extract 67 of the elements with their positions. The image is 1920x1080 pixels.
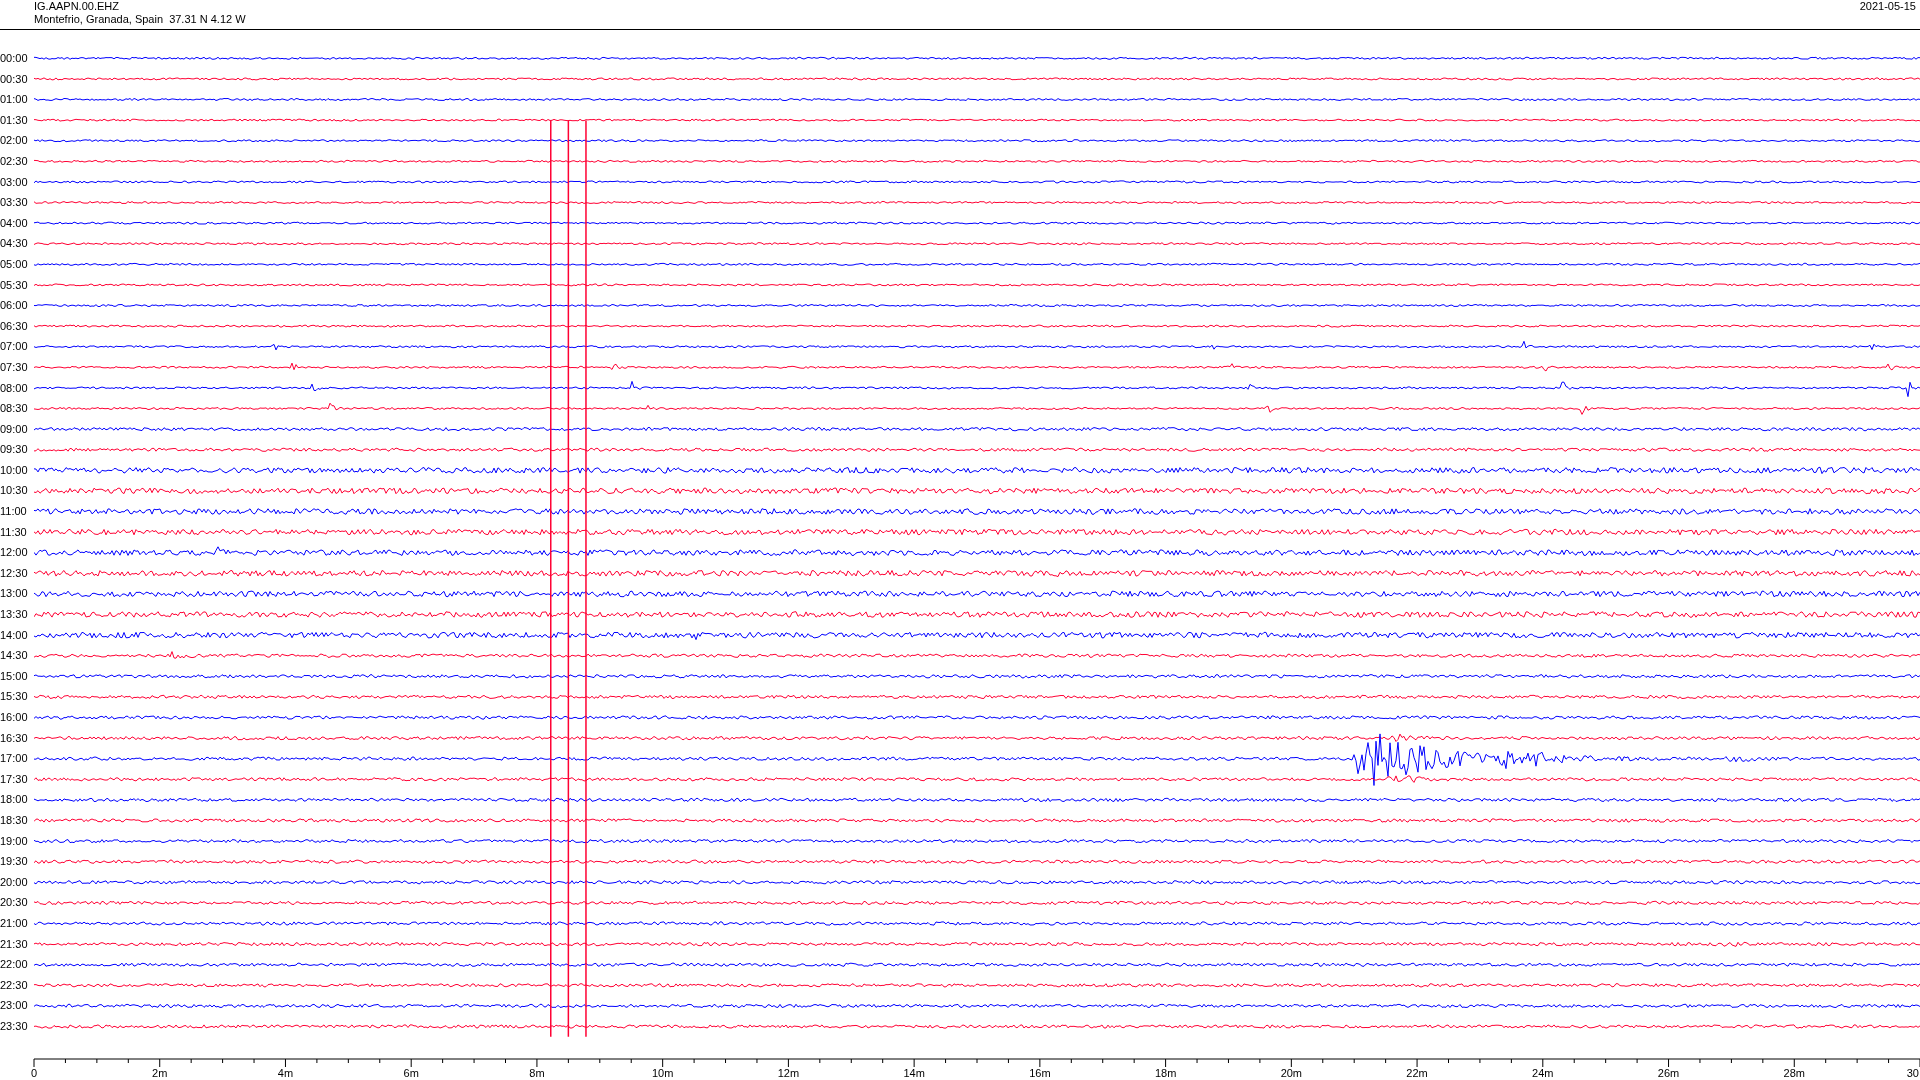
axis-label: 18m	[1154, 1066, 1177, 1079]
hour-label: 12:00	[0, 545, 29, 561]
axis-label: 24m	[1532, 1066, 1554, 1079]
station-code: IG.AAPN.00.EHZ	[34, 0, 120, 13]
hour-label: 23:00	[0, 998, 29, 1014]
axis-label: 22m	[1406, 1066, 1428, 1079]
axis-label: 2m	[152, 1066, 168, 1079]
hour-label: 13:30	[0, 607, 29, 623]
hour-label: 18:00	[0, 792, 29, 808]
axis-label: 8m	[529, 1066, 545, 1079]
hour-label: 16:00	[0, 710, 29, 725]
hour-label: 05:00	[0, 256, 29, 272]
hour-label: 01:30	[0, 112, 29, 128]
axis-label: 12m	[777, 1066, 800, 1079]
date-label: 2021-05-15	[1859, 0, 1916, 14]
hour-label: 19:30	[0, 854, 29, 870]
hour-label: 17:30	[0, 771, 29, 787]
hour-label: 06:30	[0, 318, 29, 334]
hour-label: 05:30	[0, 277, 29, 293]
axis-label: 6m	[403, 1066, 419, 1079]
hour-label: 21:00	[0, 915, 29, 931]
hour-label: 20:00	[0, 874, 29, 890]
hour-label: 10:30	[0, 483, 29, 499]
hour-label: 14:00	[0, 627, 29, 643]
hour-label: 19:00	[0, 833, 29, 849]
hour-label: 03:30	[0, 195, 29, 211]
hour-label: 02:00	[0, 133, 29, 149]
hour-label: 18:30	[0, 812, 29, 828]
hour-label: 06:00	[0, 298, 29, 314]
hour-label: 22:30	[0, 977, 29, 993]
axis-label: 4m	[277, 1066, 294, 1079]
hour-label: 08:00	[0, 380, 29, 396]
hour-label: 09:00	[0, 421, 29, 437]
axis-label: 26m	[1657, 1066, 1680, 1079]
hour-label: 07:00	[0, 339, 29, 355]
hour-label: 04:30	[0, 236, 29, 252]
hour-label: 10:00	[0, 462, 29, 478]
hour-label: 14:30	[0, 648, 29, 664]
hour-label: 04:00	[0, 215, 29, 231]
hour-label: 15:00	[0, 668, 29, 684]
hour-label: 17:00	[0, 751, 29, 767]
hour-label: 11:00	[0, 504, 28, 520]
station-location: Montefrio, Granada, Spain 37.31 N 4.12 W	[34, 13, 246, 26]
hour-label: 23:30	[0, 1018, 29, 1034]
hour-label: 03:00	[0, 174, 29, 190]
hour-label: 21:30	[0, 936, 29, 952]
hour-label: 02:30	[0, 153, 29, 169]
hour-label: 11:30	[0, 524, 28, 540]
axis-label: 10m	[651, 1066, 674, 1079]
axis-label: 16m	[1029, 1066, 1051, 1079]
hour-label: 01:00	[0, 92, 29, 108]
hour-label: 20:30	[0, 895, 29, 911]
hour-label: 13:00	[0, 586, 29, 602]
axis-label: 20m	[1280, 1066, 1303, 1079]
hour-label: 00:00	[0, 51, 29, 66]
axis-label: 30	[1906, 1066, 1919, 1079]
axis-label: 14m	[903, 1066, 925, 1079]
axis-label: 0	[30, 1066, 38, 1079]
hour-label: 22:00	[0, 957, 29, 973]
hour-label: 15:30	[0, 689, 29, 705]
hour-label: 16:30	[0, 730, 29, 746]
hour-label: 09:30	[0, 442, 29, 458]
hour-label: 08:30	[0, 401, 29, 417]
axis-label: 28m	[1783, 1066, 1805, 1079]
hour-label: 12:30	[0, 565, 29, 581]
hour-label: 00:30	[0, 71, 29, 87]
hour-label: 07:30	[0, 359, 29, 375]
